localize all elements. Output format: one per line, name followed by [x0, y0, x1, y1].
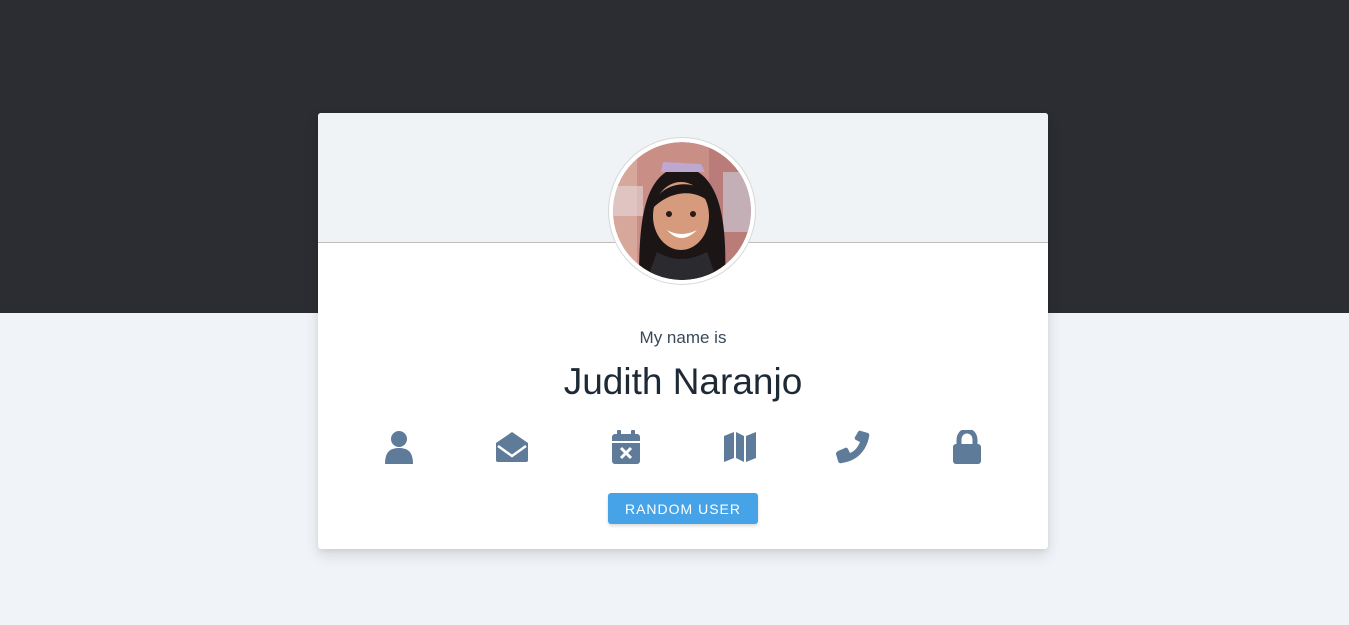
avatar: [613, 142, 751, 280]
user-card: My name is Judith Naranjo RANDOM USER: [318, 113, 1048, 549]
calendar-x-icon[interactable]: [606, 427, 646, 467]
lock-icon[interactable]: [947, 427, 987, 467]
envelope-open-icon[interactable]: [492, 427, 532, 467]
map-icon[interactable]: [720, 427, 760, 467]
info-icon-bar: [318, 427, 1048, 467]
name-label: My name is: [639, 328, 727, 347]
avatar-frame: [608, 137, 756, 285]
user-icon[interactable]: [379, 427, 419, 467]
random-user-button[interactable]: RANDOM USER: [608, 493, 758, 524]
phone-icon[interactable]: [833, 427, 873, 467]
user-name: Judith Naranjo: [563, 361, 803, 402]
